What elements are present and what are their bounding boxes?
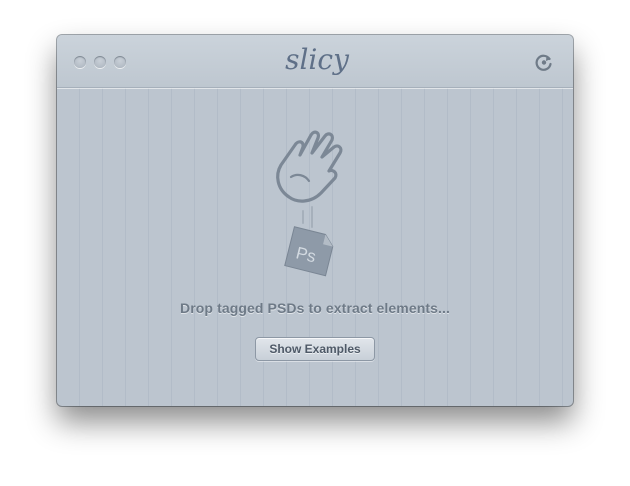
app-logo: slicy <box>285 43 350 76</box>
app-window: slicy Ps Drop tagged PSDs to extract ele… <box>57 35 573 406</box>
titlebar: slicy <box>57 35 573 88</box>
drop-illustration: Ps <box>276 130 343 277</box>
show-examples-button[interactable]: Show Examples <box>255 337 375 361</box>
hand-icon <box>276 130 343 203</box>
motion-lines <box>302 206 313 228</box>
minimize-window-button[interactable] <box>94 56 106 68</box>
psd-file-icon: Ps <box>284 226 334 277</box>
zoom-window-button[interactable] <box>114 56 126 68</box>
app-title: slicy <box>285 43 350 76</box>
close-window-button[interactable] <box>74 56 86 68</box>
refresh-icon[interactable] <box>533 51 555 73</box>
drop-message: Drop tagged PSDs to extract elements... <box>180 300 450 316</box>
